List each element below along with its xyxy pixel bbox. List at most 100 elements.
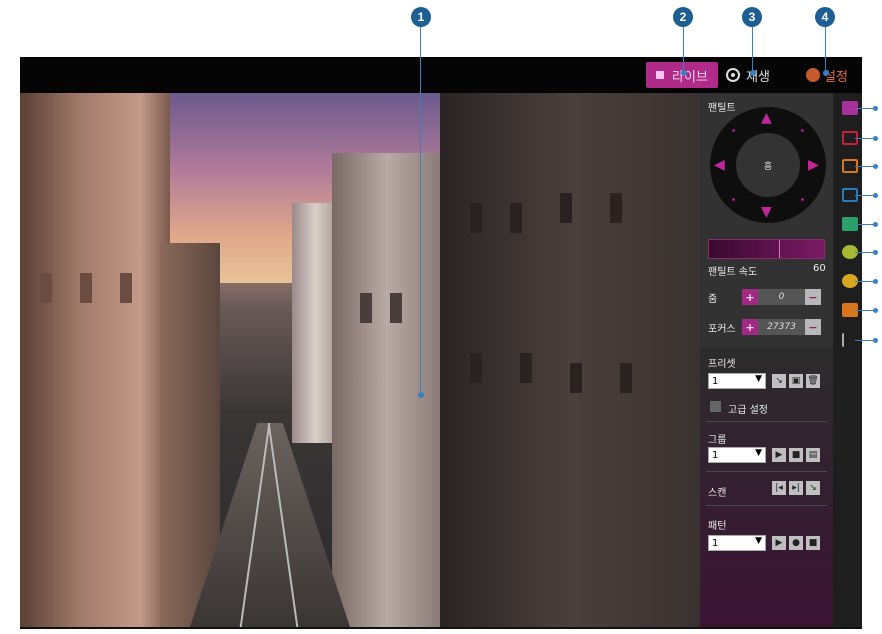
video-window bbox=[520, 353, 532, 383]
arrow-down-left-icon[interactable] bbox=[732, 198, 735, 201]
ptz-dial[interactable]: ▲ ▼ ◀ ▶ 홈 bbox=[710, 107, 826, 223]
pattern-select-value: 1 bbox=[712, 537, 719, 549]
callout-4-dot bbox=[823, 70, 829, 76]
scan-run-icon[interactable]: ↘ bbox=[806, 481, 820, 495]
callout-3: 3 bbox=[742, 7, 762, 27]
callout-3-dot bbox=[750, 70, 756, 76]
divider bbox=[706, 505, 827, 506]
callout-4: 4 bbox=[815, 7, 835, 27]
divider bbox=[706, 421, 827, 422]
pattern-stop-icon[interactable]: ■ bbox=[806, 536, 820, 550]
video-window bbox=[510, 203, 522, 233]
sidebar-callout-dot bbox=[873, 136, 878, 141]
group-play-icon[interactable]: ▶ bbox=[772, 448, 786, 462]
ptz-speed-slider[interactable] bbox=[708, 239, 825, 259]
arrow-left-icon[interactable]: ◀ bbox=[714, 158, 725, 172]
sidebar-callout-dot bbox=[873, 250, 878, 255]
arrow-up-icon[interactable]: ▲ bbox=[761, 111, 772, 125]
sidebar-callout-dot bbox=[873, 279, 878, 284]
sidebar-callout-dot bbox=[873, 164, 878, 169]
video-window bbox=[620, 363, 632, 393]
callout-1: 1 bbox=[411, 7, 431, 27]
callout-4-line bbox=[825, 27, 826, 72]
callout-3-line bbox=[752, 27, 753, 72]
pattern-select[interactable]: 1 ▼ bbox=[708, 535, 766, 551]
callout-1-line bbox=[420, 27, 421, 394]
camera-web-viewer: 라이브 재생 설정 팬틸트 ▲ ▼ ◀ ▶ 홈 팬틸트 속도 60 줌 + 0 … bbox=[20, 57, 862, 629]
arrow-down-icon[interactable]: ▼ bbox=[761, 205, 772, 219]
divider bbox=[706, 471, 827, 472]
scan-title: 스캔 bbox=[708, 488, 727, 499]
focus-far-button[interactable]: − bbox=[805, 319, 821, 335]
preset-goto-icon[interactable]: ↘ bbox=[772, 374, 786, 388]
zoom-out-button[interactable]: − bbox=[805, 289, 821, 305]
zoom-label: 줌 bbox=[708, 294, 718, 305]
focus-label: 포커스 bbox=[708, 324, 736, 335]
preset-select-value: 1 bbox=[712, 375, 719, 387]
pattern-play-icon[interactable]: ▶ bbox=[772, 536, 786, 550]
live-label: 라이브 bbox=[672, 69, 708, 85]
ptz-title: 팬틸트 bbox=[708, 103, 736, 114]
scan-right-icon[interactable]: ▸| bbox=[789, 481, 803, 495]
group-stop-icon[interactable]: ■ bbox=[789, 448, 803, 462]
playback-label: 재생 bbox=[746, 69, 770, 85]
focus-stepper[interactable]: + 27373 − bbox=[742, 319, 821, 335]
chevron-down-icon: ▼ bbox=[755, 448, 762, 458]
preset-save-icon[interactable]: ▣ bbox=[789, 374, 803, 388]
callout-2-line bbox=[683, 27, 684, 72]
video-window bbox=[40, 273, 52, 303]
ptz-section: 팬틸트 ▲ ▼ ◀ ▶ 홈 팬틸트 속도 60 줌 + 0 − 포커스 + 27… bbox=[700, 93, 833, 347]
sidebar-callout-line bbox=[855, 195, 875, 196]
group-select[interactable]: 1 ▼ bbox=[708, 447, 766, 463]
control-panel: 팬틸트 ▲ ▼ ◀ ▶ 홈 팬틸트 속도 60 줌 + 0 − 포커스 + 27… bbox=[700, 93, 833, 627]
preset-delete-icon[interactable]: 🗑 bbox=[806, 374, 820, 388]
settings-button[interactable]: 설정 bbox=[806, 62, 862, 88]
live-video-view[interactable] bbox=[20, 93, 700, 627]
focus-value: 27373 bbox=[758, 319, 805, 335]
bottom-border bbox=[20, 627, 862, 629]
video-window bbox=[120, 273, 132, 303]
group-title: 그룹 bbox=[708, 435, 727, 446]
zoom-value: 0 bbox=[758, 289, 805, 305]
arrow-right-icon[interactable]: ▶ bbox=[808, 158, 819, 172]
sidebar-callout-dot bbox=[873, 106, 878, 111]
ptz-speed-value: 60 bbox=[813, 263, 826, 274]
top-bar: 라이브 재생 설정 bbox=[20, 57, 862, 93]
callout-2-dot bbox=[681, 70, 687, 76]
pattern-record-icon[interactable]: ● bbox=[789, 536, 803, 550]
video-window bbox=[610, 193, 622, 223]
arrow-up-left-icon[interactable] bbox=[732, 129, 735, 132]
speed-slider-handle[interactable] bbox=[779, 240, 780, 258]
group-select-value: 1 bbox=[712, 449, 719, 461]
playback-button[interactable]: 재생 bbox=[726, 62, 786, 88]
advanced-settings-checkbox[interactable] bbox=[710, 401, 721, 412]
home-label: 홈 bbox=[763, 161, 773, 172]
sidebar-callout-line bbox=[855, 224, 875, 225]
chevron-down-icon: ▼ bbox=[755, 374, 762, 384]
sidebar-callout-line bbox=[855, 281, 875, 282]
live-icon bbox=[656, 71, 665, 79]
callout-2: 2 bbox=[673, 7, 693, 27]
zoom-in-button[interactable]: + bbox=[742, 289, 758, 305]
sidebar-callout-line bbox=[855, 108, 875, 109]
sidebar-callout-dot bbox=[873, 222, 878, 227]
chevron-down-icon: ▼ bbox=[755, 536, 762, 546]
zoom-stepper[interactable]: + 0 − bbox=[742, 289, 821, 305]
gear-icon bbox=[806, 68, 820, 82]
preset-section: 프리셋 1 ▼ ↘ ▣ 🗑 고급 설정 그룹 1 ▼ ▶ ■ ▤ 스캔 |◂ ▸… bbox=[700, 347, 833, 627]
arrow-down-right-icon[interactable] bbox=[801, 198, 804, 201]
pattern-title: 패턴 bbox=[708, 521, 727, 532]
ptz-home-button[interactable]: 홈 bbox=[736, 133, 800, 197]
sidebar-callout-dot bbox=[873, 308, 878, 313]
video-building-mid bbox=[332, 153, 442, 627]
callout-1-dot bbox=[418, 392, 424, 398]
scan-left-icon[interactable]: |◂ bbox=[772, 481, 786, 495]
video-window bbox=[360, 293, 372, 323]
video-window bbox=[470, 353, 482, 383]
sidebar-callout-line bbox=[855, 310, 875, 311]
preset-select[interactable]: 1 ▼ bbox=[708, 373, 766, 389]
group-edit-icon[interactable]: ▤ bbox=[806, 448, 820, 462]
arrow-up-right-icon[interactable] bbox=[801, 129, 804, 132]
video-window bbox=[560, 193, 572, 223]
focus-near-button[interactable]: + bbox=[742, 319, 758, 335]
